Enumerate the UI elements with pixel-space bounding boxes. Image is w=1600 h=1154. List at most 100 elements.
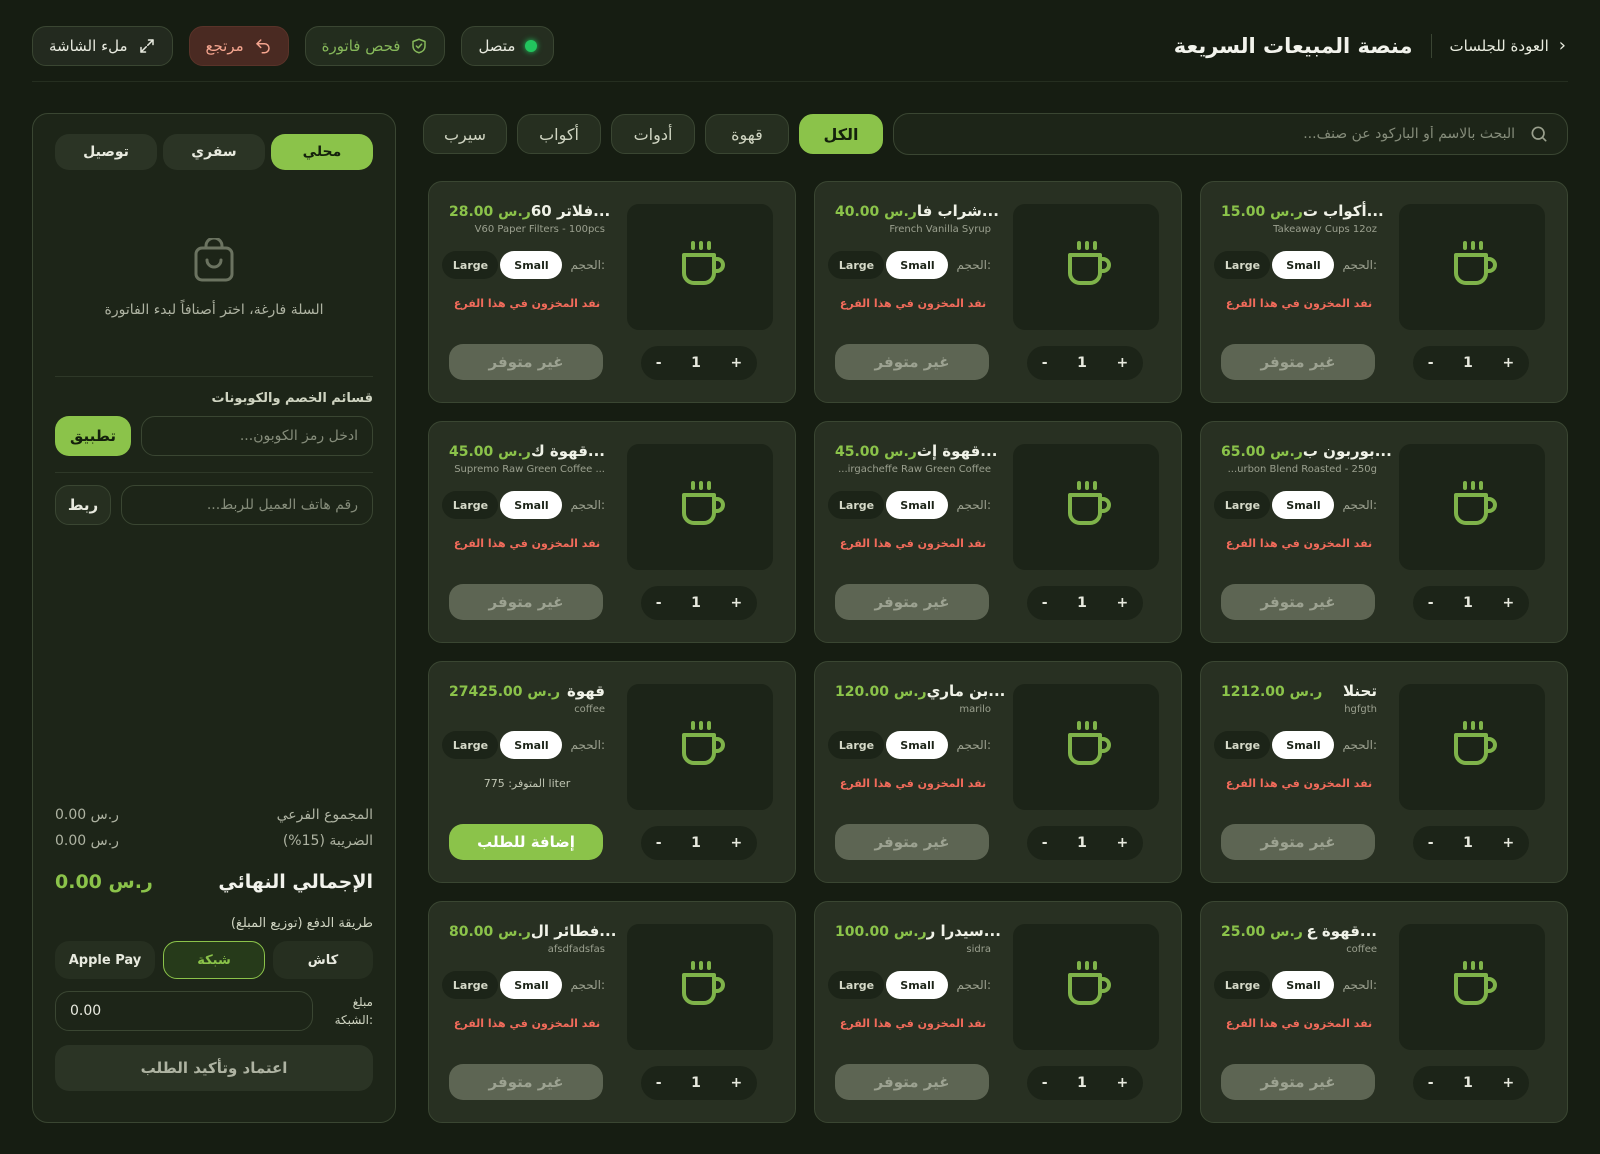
product-card[interactable]: 1212.00 ر.س تحنلا hgfgth الحجم: Small Large نف…	[1200, 661, 1568, 883]
category-chip-syrup[interactable]: سيرب	[423, 114, 507, 154]
product-card[interactable]: 25.00 ر.س قهوة ع... coffee الحجم: Small Large…	[1200, 901, 1568, 1123]
increase-qty-button[interactable]: +	[1502, 355, 1514, 371]
size-large-button[interactable]: Large	[1214, 971, 1271, 999]
unavailable-button[interactable]: غير متوفر	[1221, 1064, 1375, 1100]
decrease-qty-button[interactable]: -	[1428, 355, 1434, 371]
category-chip-all[interactable]: الكل	[799, 114, 883, 154]
increase-qty-button[interactable]: +	[1116, 355, 1128, 371]
decrease-qty-button[interactable]: -	[656, 355, 662, 371]
size-large-button[interactable]: Large	[1214, 491, 1271, 519]
back-to-sessions-link[interactable]: › العودة للجلسات	[1450, 36, 1567, 55]
decrease-qty-button[interactable]: -	[1042, 355, 1048, 371]
decrease-qty-button[interactable]: -	[1042, 835, 1048, 851]
increase-qty-button[interactable]: +	[730, 835, 742, 851]
unavailable-button[interactable]: غير متوفر	[835, 1064, 989, 1100]
size-small-button[interactable]: Small	[500, 491, 563, 519]
product-card[interactable]: 45.00 ر.س قهوة إث... ...irgacheffe Raw Gre…	[814, 421, 1182, 643]
increase-qty-button[interactable]: +	[730, 1075, 742, 1091]
payment-applepay-button[interactable]: Apple Pay	[55, 941, 155, 979]
size-small-button[interactable]: Small	[1272, 971, 1335, 999]
unavailable-button[interactable]: غير متوفر	[449, 1064, 603, 1100]
decrease-qty-button[interactable]: -	[656, 595, 662, 611]
unavailable-button[interactable]: غير متوفر	[835, 344, 989, 380]
size-small-button[interactable]: Small	[500, 971, 563, 999]
size-large-button[interactable]: Large	[828, 251, 885, 279]
payment-cash-button[interactable]: كاش	[273, 941, 373, 979]
product-card[interactable]: 27425.00 ر.س قهوة coffee الحجم: Small Large ال…	[428, 661, 796, 883]
size-small-button[interactable]: Small	[1272, 731, 1335, 759]
product-card[interactable]: 45.00 ر.س قهوة ك... Supremo Raw Green Coff…	[428, 421, 796, 643]
card-amount-input[interactable]	[55, 991, 313, 1031]
category-chip-coffee[interactable]: قهوة	[705, 114, 789, 154]
confirm-order-button[interactable]: اعتماد وتأكيد الطلب	[55, 1045, 373, 1091]
size-selector: الحجم: Small Large	[828, 491, 991, 519]
unavailable-button[interactable]: غير متوفر	[1221, 824, 1375, 860]
add-to-order-button[interactable]: إضافة للطلب	[449, 824, 603, 860]
decrease-qty-button[interactable]: -	[1428, 1075, 1434, 1091]
size-large-button[interactable]: Large	[1214, 251, 1271, 279]
quantity-value: 1	[691, 595, 701, 611]
increase-qty-button[interactable]: +	[1116, 1075, 1128, 1091]
tab-takeaway[interactable]: سفري	[163, 134, 265, 170]
unavailable-button[interactable]: غير متوفر	[1221, 344, 1375, 380]
decrease-qty-button[interactable]: -	[656, 835, 662, 851]
apply-coupon-button[interactable]: تطبيق	[55, 416, 131, 456]
product-card[interactable]: 15.00 ر.س أكواب ت... Takeaway Cups 12oz الح…	[1200, 181, 1568, 403]
unavailable-button[interactable]: غير متوفر	[1221, 584, 1375, 620]
decrease-qty-button[interactable]: -	[1428, 595, 1434, 611]
unavailable-button[interactable]: غير متوفر	[449, 344, 603, 380]
tab-delivery[interactable]: توصيل	[55, 134, 157, 170]
product-card[interactable]: 100.00 ر.س سيدرا ر... sidra الحجم: Small Larg…	[814, 901, 1182, 1123]
size-small-button[interactable]: Small	[886, 251, 949, 279]
decrease-qty-button[interactable]: -	[1042, 1075, 1048, 1091]
size-large-button[interactable]: Large	[828, 491, 885, 519]
check-invoice-button[interactable]: فحص فاتورة	[304, 25, 446, 66]
size-small-button[interactable]: Small	[886, 731, 949, 759]
refund-button[interactable]: مرتجع	[188, 25, 289, 66]
size-small-button[interactable]: Small	[886, 971, 949, 999]
size-small-button[interactable]: Small	[886, 491, 949, 519]
quantity-value: 1	[1463, 835, 1473, 851]
increase-qty-button[interactable]: +	[1116, 835, 1128, 851]
header-divider	[1430, 33, 1432, 58]
size-small-button[interactable]: Small	[500, 251, 563, 279]
size-large-button[interactable]: Large	[442, 971, 499, 999]
size-small-button[interactable]: Small	[500, 731, 563, 759]
product-card[interactable]: 80.00 ر.س فطائر ال... afsdfadsfas الحجم: Sma…	[428, 901, 796, 1123]
product-card[interactable]: 120.00 ر.س بن ماري... marilo الحجم: Small Lar…	[814, 661, 1182, 883]
coupon-input[interactable]	[141, 416, 373, 456]
category-chip-cups[interactable]: أكواب	[517, 114, 601, 154]
increase-qty-button[interactable]: +	[730, 355, 742, 371]
product-card[interactable]: 28.00 ر.س فلاتر 60... V60 Paper Filters - …	[428, 181, 796, 403]
size-large-button[interactable]: Large	[828, 971, 885, 999]
product-card[interactable]: 65.00 ر.س بوربون ب... ...urbon Blend Roast…	[1200, 421, 1568, 643]
search-input[interactable]	[912, 126, 1515, 142]
size-large-button[interactable]: Large	[442, 491, 499, 519]
decrease-qty-button[interactable]: -	[1428, 835, 1434, 851]
fullscreen-button[interactable]: ملء الشاشة	[32, 25, 173, 66]
increase-qty-button[interactable]: +	[1502, 595, 1514, 611]
category-chip-tools[interactable]: أدوات	[611, 114, 695, 154]
size-large-button[interactable]: Large	[442, 731, 499, 759]
size-large-button[interactable]: Large	[1214, 731, 1271, 759]
increase-qty-button[interactable]: +	[1502, 1075, 1514, 1091]
decrease-qty-button[interactable]: -	[1042, 595, 1048, 611]
customer-phone-input[interactable]	[121, 485, 373, 525]
unavailable-button[interactable]: غير متوفر	[835, 824, 989, 860]
unavailable-button[interactable]: غير متوفر	[835, 584, 989, 620]
tab-dine-in[interactable]: محلي	[271, 134, 373, 170]
increase-qty-button[interactable]: +	[730, 595, 742, 611]
size-large-button[interactable]: Large	[828, 731, 885, 759]
size-small-button[interactable]: Small	[1272, 251, 1335, 279]
size-large-button[interactable]: Large	[442, 251, 499, 279]
coffee-cup-icon	[1060, 479, 1112, 535]
increase-qty-button[interactable]: +	[1116, 595, 1128, 611]
product-card[interactable]: 40.00 ر.س شراب فا... French Vanilla Syrup ا…	[814, 181, 1182, 403]
size-small-button[interactable]: Small	[1272, 491, 1335, 519]
decrease-qty-button[interactable]: -	[656, 1075, 662, 1091]
quantity-stepper: - 1 +	[1413, 826, 1529, 860]
link-customer-button[interactable]: ربط	[55, 485, 111, 525]
unavailable-button[interactable]: غير متوفر	[449, 584, 603, 620]
increase-qty-button[interactable]: +	[1502, 835, 1514, 851]
payment-card-button[interactable]: شبكة	[163, 941, 265, 979]
